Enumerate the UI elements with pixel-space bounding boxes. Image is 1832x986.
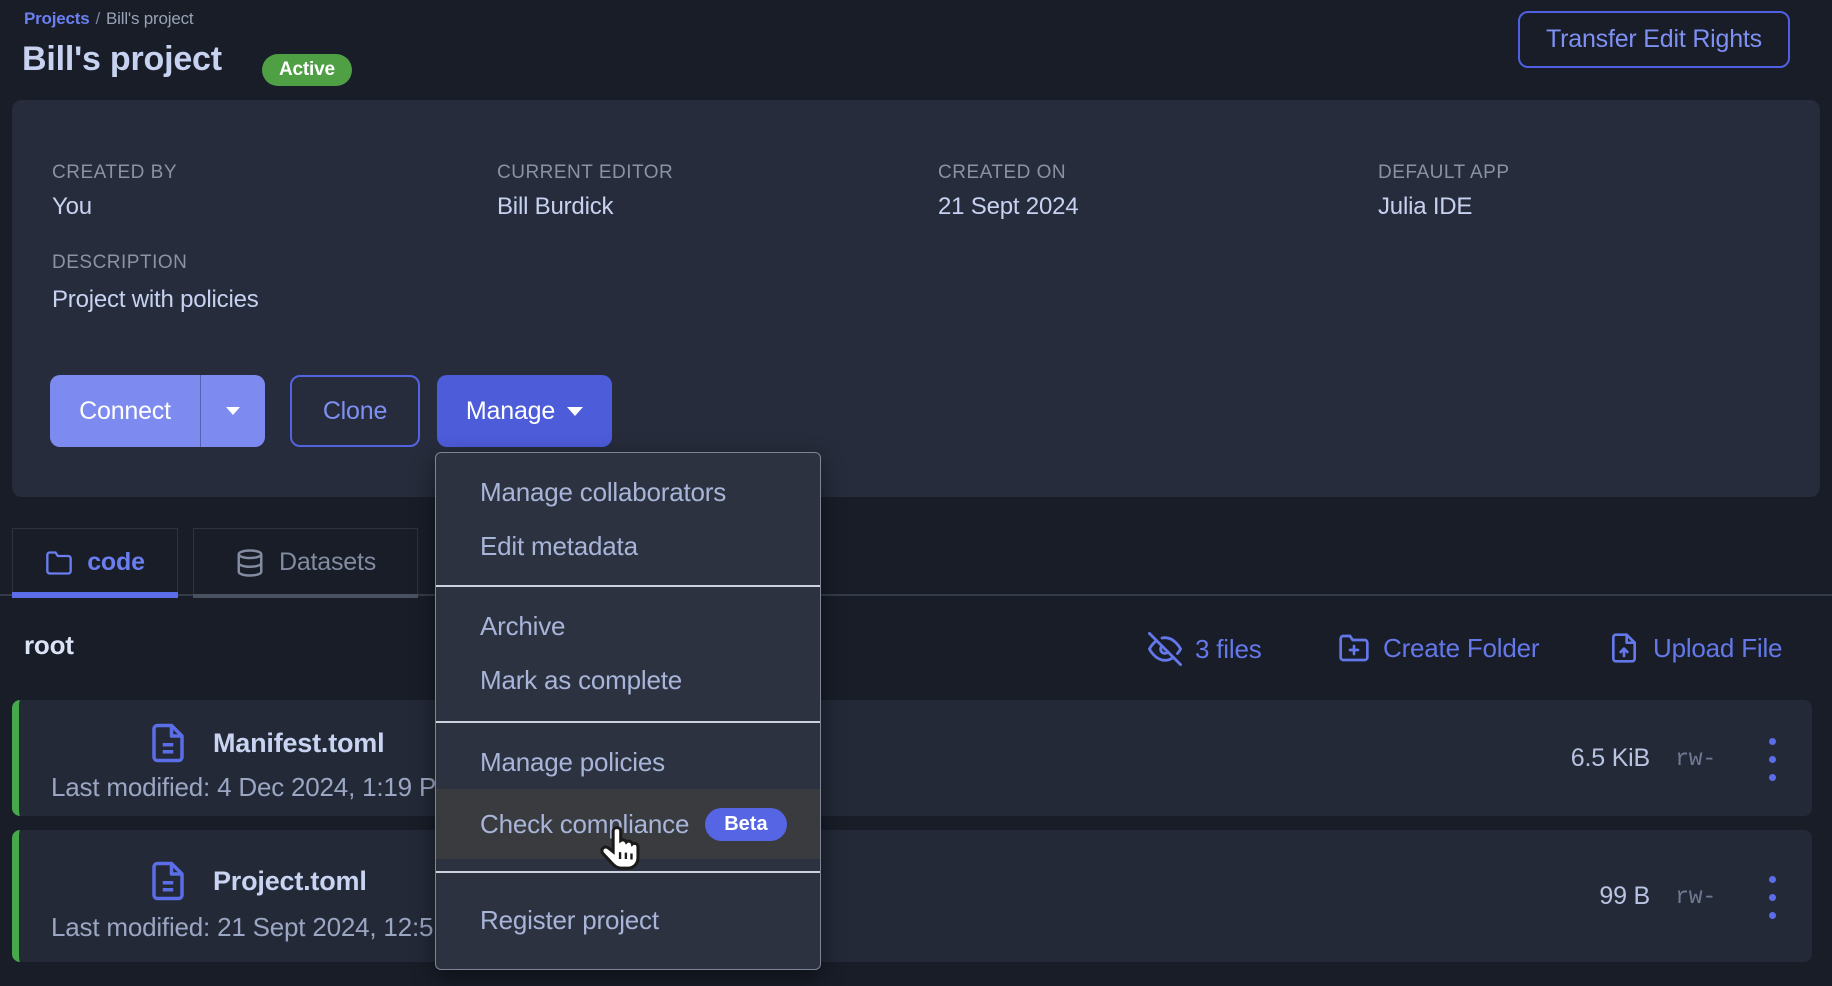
default-app-label: DEFAULT APP — [1378, 162, 1510, 184]
chevron-down-icon — [567, 407, 583, 416]
menu-divider — [436, 585, 820, 587]
eye-off-icon — [1148, 632, 1182, 666]
description-label: DESCRIPTION — [52, 252, 187, 274]
transfer-edit-rights-button[interactable]: Transfer Edit Rights — [1518, 11, 1790, 68]
menu-item-edit-metadata[interactable]: Edit metadata — [436, 519, 820, 573]
file-permissions: rw- — [1675, 884, 1716, 910]
breadcrumb-projects-link[interactable]: Projects — [24, 9, 90, 28]
inactive-tab-underline — [193, 594, 418, 598]
create-folder-label: Create Folder — [1383, 633, 1539, 664]
connect-split-button[interactable]: Connect — [50, 375, 265, 447]
project-info-panel: CREATED BY You CURRENT EDITOR Bill Burdi… — [12, 100, 1820, 497]
hidden-files-count[interactable]: 3 files — [1148, 632, 1262, 666]
menu-divider — [436, 871, 820, 873]
file-name[interactable]: Manifest.toml — [213, 728, 384, 759]
breadcrumb: Projects / Bill's project — [24, 9, 193, 29]
project-page: Projects / Bill's project Bill's project A… — [0, 0, 1832, 986]
file-row-manifest[interactable]: Manifest.toml Last modified: 4 Dec 2024,… — [12, 700, 1812, 816]
clone-button[interactable]: Clone — [290, 375, 420, 447]
menu-item-archive[interactable]: Archive — [436, 599, 820, 653]
beta-badge: Beta — [705, 808, 786, 841]
active-tab-underline — [12, 592, 178, 598]
folder-plus-icon — [1338, 632, 1370, 664]
breadcrumb-separator: / — [96, 9, 101, 28]
file-menu-kebab-icon[interactable] — [1763, 732, 1782, 787]
tab-datasets-label: Datasets — [279, 548, 376, 577]
upload-file-button[interactable]: Upload File — [1608, 632, 1782, 664]
manage-dropdown-menu: Manage collaborators Edit metadata Archi… — [435, 452, 821, 970]
upload-file-label: Upload File — [1653, 633, 1782, 664]
description-value: Project with policies — [52, 286, 259, 314]
tab-code-label: code — [87, 548, 145, 577]
file-modified: Last modified: 4 Dec 2024, 1:19 P — [51, 772, 436, 803]
menu-item-check-compliance[interactable]: Check compliance Beta — [436, 789, 820, 859]
menu-item-mark-as-complete[interactable]: Mark as complete — [436, 653, 820, 707]
file-name[interactable]: Project.toml — [213, 866, 367, 897]
tab-datasets[interactable]: Datasets — [193, 528, 418, 596]
created-by-label: CREATED BY — [52, 162, 177, 184]
page-title: Bill's project — [22, 40, 222, 79]
file-upload-icon — [1608, 632, 1640, 664]
create-folder-button[interactable]: Create Folder — [1338, 632, 1539, 664]
tab-code[interactable]: code — [12, 528, 178, 596]
file-icon — [147, 860, 189, 902]
created-on-label: CREATED ON — [938, 162, 1066, 184]
default-app-value: Julia IDE — [1378, 193, 1472, 221]
file-icon — [147, 722, 189, 764]
file-permissions: rw- — [1675, 746, 1716, 772]
files-count-label: 3 files — [1195, 634, 1262, 665]
menu-item-register-project[interactable]: Register project — [436, 887, 820, 953]
manage-button[interactable]: Manage — [437, 375, 612, 447]
menu-item-manage-collaborators[interactable]: Manage collaborators — [436, 465, 820, 519]
current-folder-label: root — [24, 630, 74, 661]
current-editor-label: CURRENT EDITOR — [497, 162, 673, 184]
database-icon — [235, 548, 265, 578]
folder-icon — [45, 549, 73, 577]
manage-button-label: Manage — [466, 397, 555, 426]
created-by-value: You — [52, 193, 92, 221]
file-row-project[interactable]: Project.toml Last modified: 21 Sept 2024… — [12, 830, 1812, 962]
menu-divider — [436, 721, 820, 723]
status-badge: Active — [262, 54, 352, 86]
connect-button-label[interactable]: Connect — [50, 375, 200, 447]
connect-dropdown-toggle[interactable] — [201, 375, 265, 447]
current-editor-value: Bill Burdick — [497, 193, 613, 221]
breadcrumb-current: Bill's project — [106, 9, 193, 28]
file-size: 99 B — [1599, 882, 1650, 911]
check-compliance-label: Check compliance — [480, 809, 689, 840]
file-modified: Last modified: 21 Sept 2024, 12:5 — [51, 912, 433, 943]
file-menu-kebab-icon[interactable] — [1763, 870, 1782, 925]
created-on-value: 21 Sept 2024 — [938, 193, 1078, 221]
chevron-down-icon — [226, 407, 240, 415]
menu-item-manage-policies[interactable]: Manage policies — [436, 735, 820, 789]
file-size: 6.5 KiB — [1571, 744, 1650, 773]
